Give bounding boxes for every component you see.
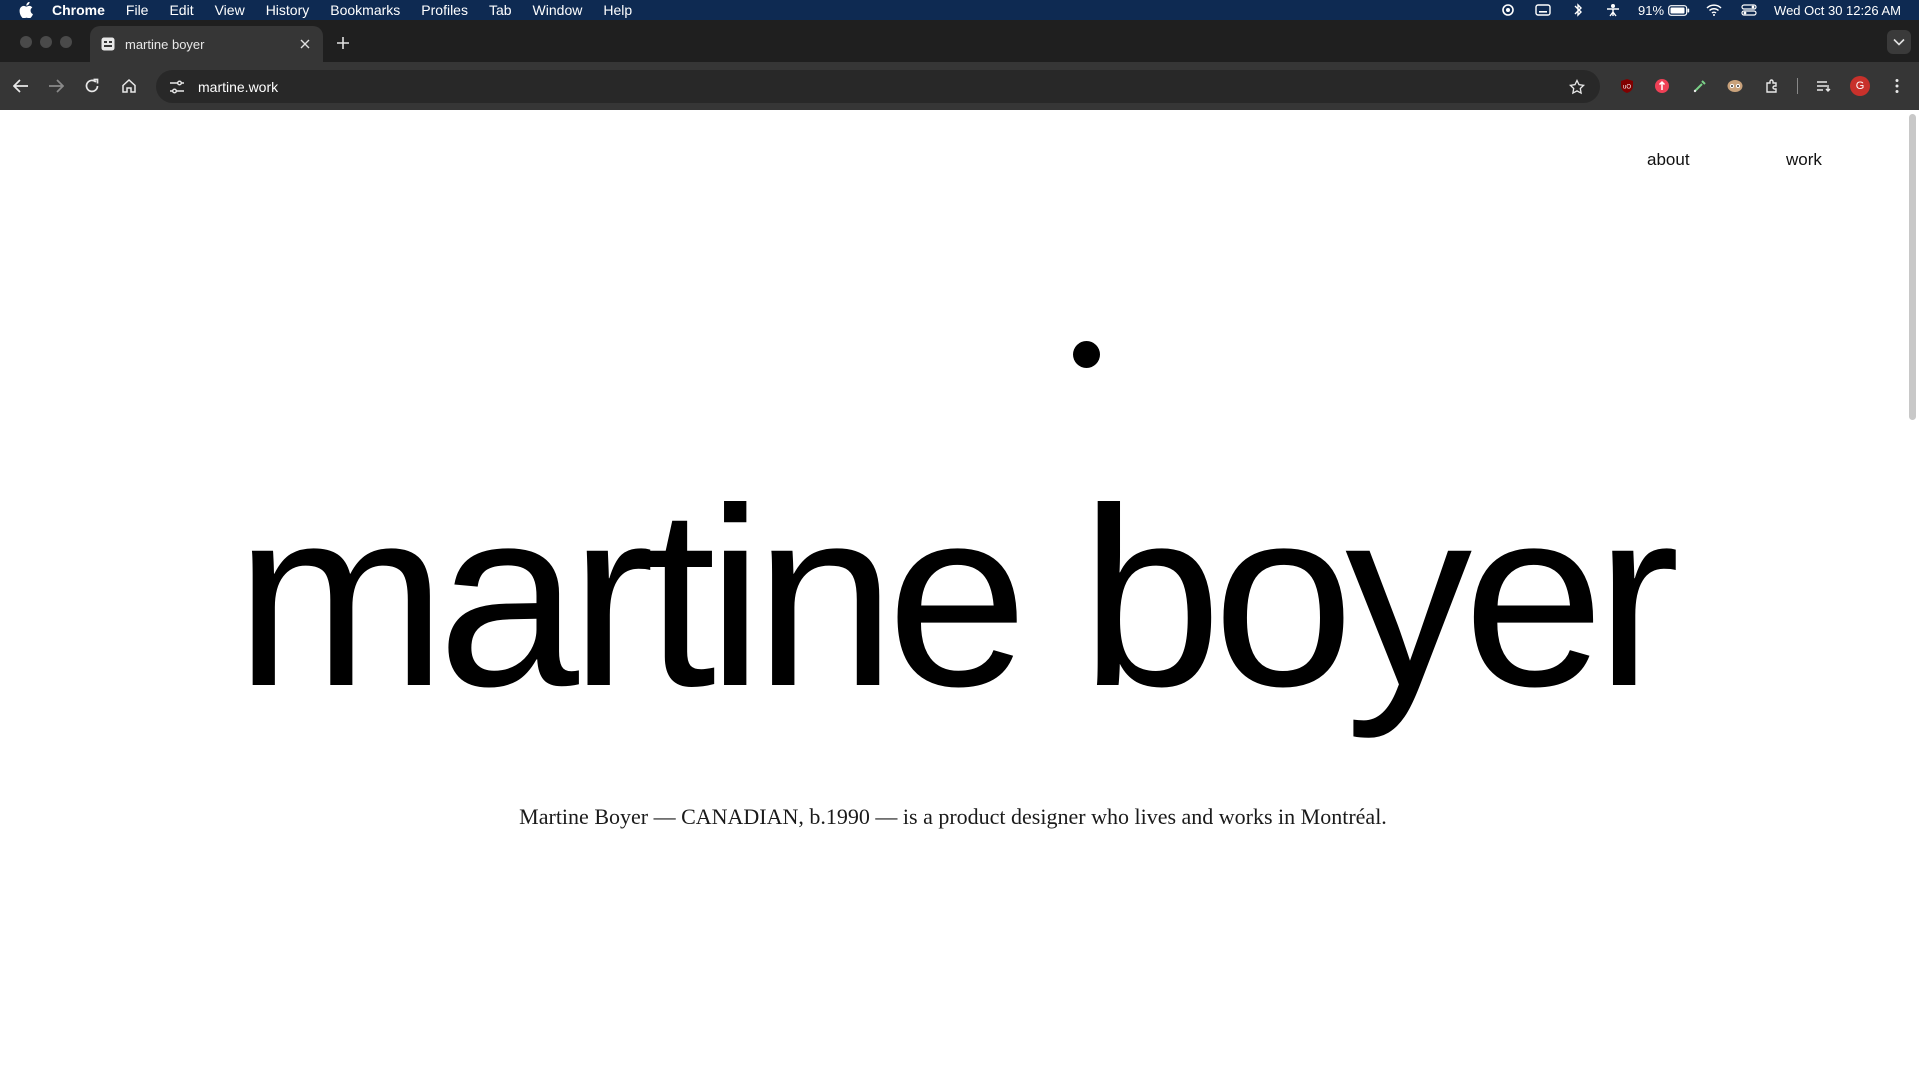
tab-title: martine boyer (125, 36, 205, 52)
ghostery-icon[interactable] (1725, 76, 1745, 96)
battery-percent: 91% (1638, 2, 1665, 18)
forward-arrow-icon[interactable] (44, 74, 68, 98)
menu-profiles[interactable]: Profiles (421, 2, 468, 18)
hero-title: martine boyer (235, 455, 1680, 739)
tab-search-chevron-down-icon[interactable] (1887, 30, 1911, 54)
profile-avatar[interactable]: G (1850, 76, 1870, 96)
tab-martine-boyer[interactable]: martine boyer (90, 26, 323, 62)
eyedropper-icon[interactable] (1690, 76, 1710, 96)
menubar-status-area: 91% Wed Oct 30 12:26 AM (1484, 0, 1901, 20)
bookmark-star-icon[interactable] (1568, 78, 1586, 96)
pocket-icon[interactable] (1652, 76, 1672, 96)
menu-app-chrome[interactable]: Chrome (52, 2, 105, 18)
browser-toolbar: martine.work uO G (0, 62, 1919, 110)
site-info-tune-icon[interactable] (168, 78, 186, 96)
close-window-button[interactable] (20, 36, 32, 48)
reading-list-icon[interactable] (1814, 76, 1834, 96)
back-arrow-icon[interactable] (9, 74, 33, 98)
scrollbar-thumb[interactable] (1909, 114, 1916, 420)
wifi-icon[interactable] (1703, 0, 1725, 20)
nav-link-work[interactable]: work (1786, 150, 1822, 170)
svg-text:uO: uO (1623, 85, 1631, 91)
close-tab-icon[interactable] (297, 36, 313, 52)
nav-link-about[interactable]: about (1647, 150, 1690, 170)
web-page-content: about work martine boyer Martine Boyer —… (0, 110, 1906, 1078)
site-favicon-icon (100, 37, 115, 52)
browser-tab-strip: martine boyer (0, 20, 1919, 62)
new-tab-plus-icon[interactable] (334, 34, 352, 52)
bio-tagline: Martine Boyer — CANADIAN, b.1990 — is a … (519, 804, 1387, 829)
bluetooth-icon[interactable] (1567, 0, 1589, 20)
menubar-clock[interactable]: Wed Oct 30 12:26 AM (1774, 3, 1901, 18)
ublock-icon[interactable]: uO (1617, 76, 1637, 96)
reload-icon[interactable] (80, 74, 104, 98)
menu-bookmarks[interactable]: Bookmarks (330, 2, 400, 18)
control-center-icon[interactable] (1738, 0, 1760, 20)
zoom-window-button[interactable] (60, 36, 72, 48)
keyboard-icon[interactable] (1532, 0, 1554, 20)
menu-window[interactable]: Window (533, 2, 583, 18)
screen-record-icon[interactable] (1497, 0, 1519, 20)
extensions-puzzle-icon[interactable] (1762, 76, 1782, 96)
menu-history[interactable]: History (266, 2, 310, 18)
menu-view[interactable]: View (215, 2, 245, 18)
minimize-window-button[interactable] (40, 36, 52, 48)
more-options-kebab-icon[interactable] (1887, 76, 1907, 96)
macos-menu-bar: Chrome File Edit View History Bookmarks … (0, 0, 1919, 20)
menu-help[interactable]: Help (603, 2, 632, 18)
apple-logo-icon[interactable] (18, 2, 34, 18)
toolbar-separator (1797, 78, 1798, 94)
home-icon[interactable] (117, 74, 141, 98)
menu-file[interactable]: File (126, 2, 149, 18)
battery-icon[interactable] (1668, 0, 1690, 20)
accessibility-icon[interactable] (1602, 0, 1624, 20)
window-controls (20, 36, 72, 48)
menu-tab[interactable]: Tab (489, 2, 512, 18)
cursor-dot (1073, 341, 1100, 368)
address-bar[interactable]: martine.work (156, 70, 1600, 103)
menu-edit[interactable]: Edit (169, 2, 193, 18)
page-scrollbar[interactable] (1906, 110, 1919, 1078)
address-bar-url[interactable]: martine.work (198, 79, 278, 95)
